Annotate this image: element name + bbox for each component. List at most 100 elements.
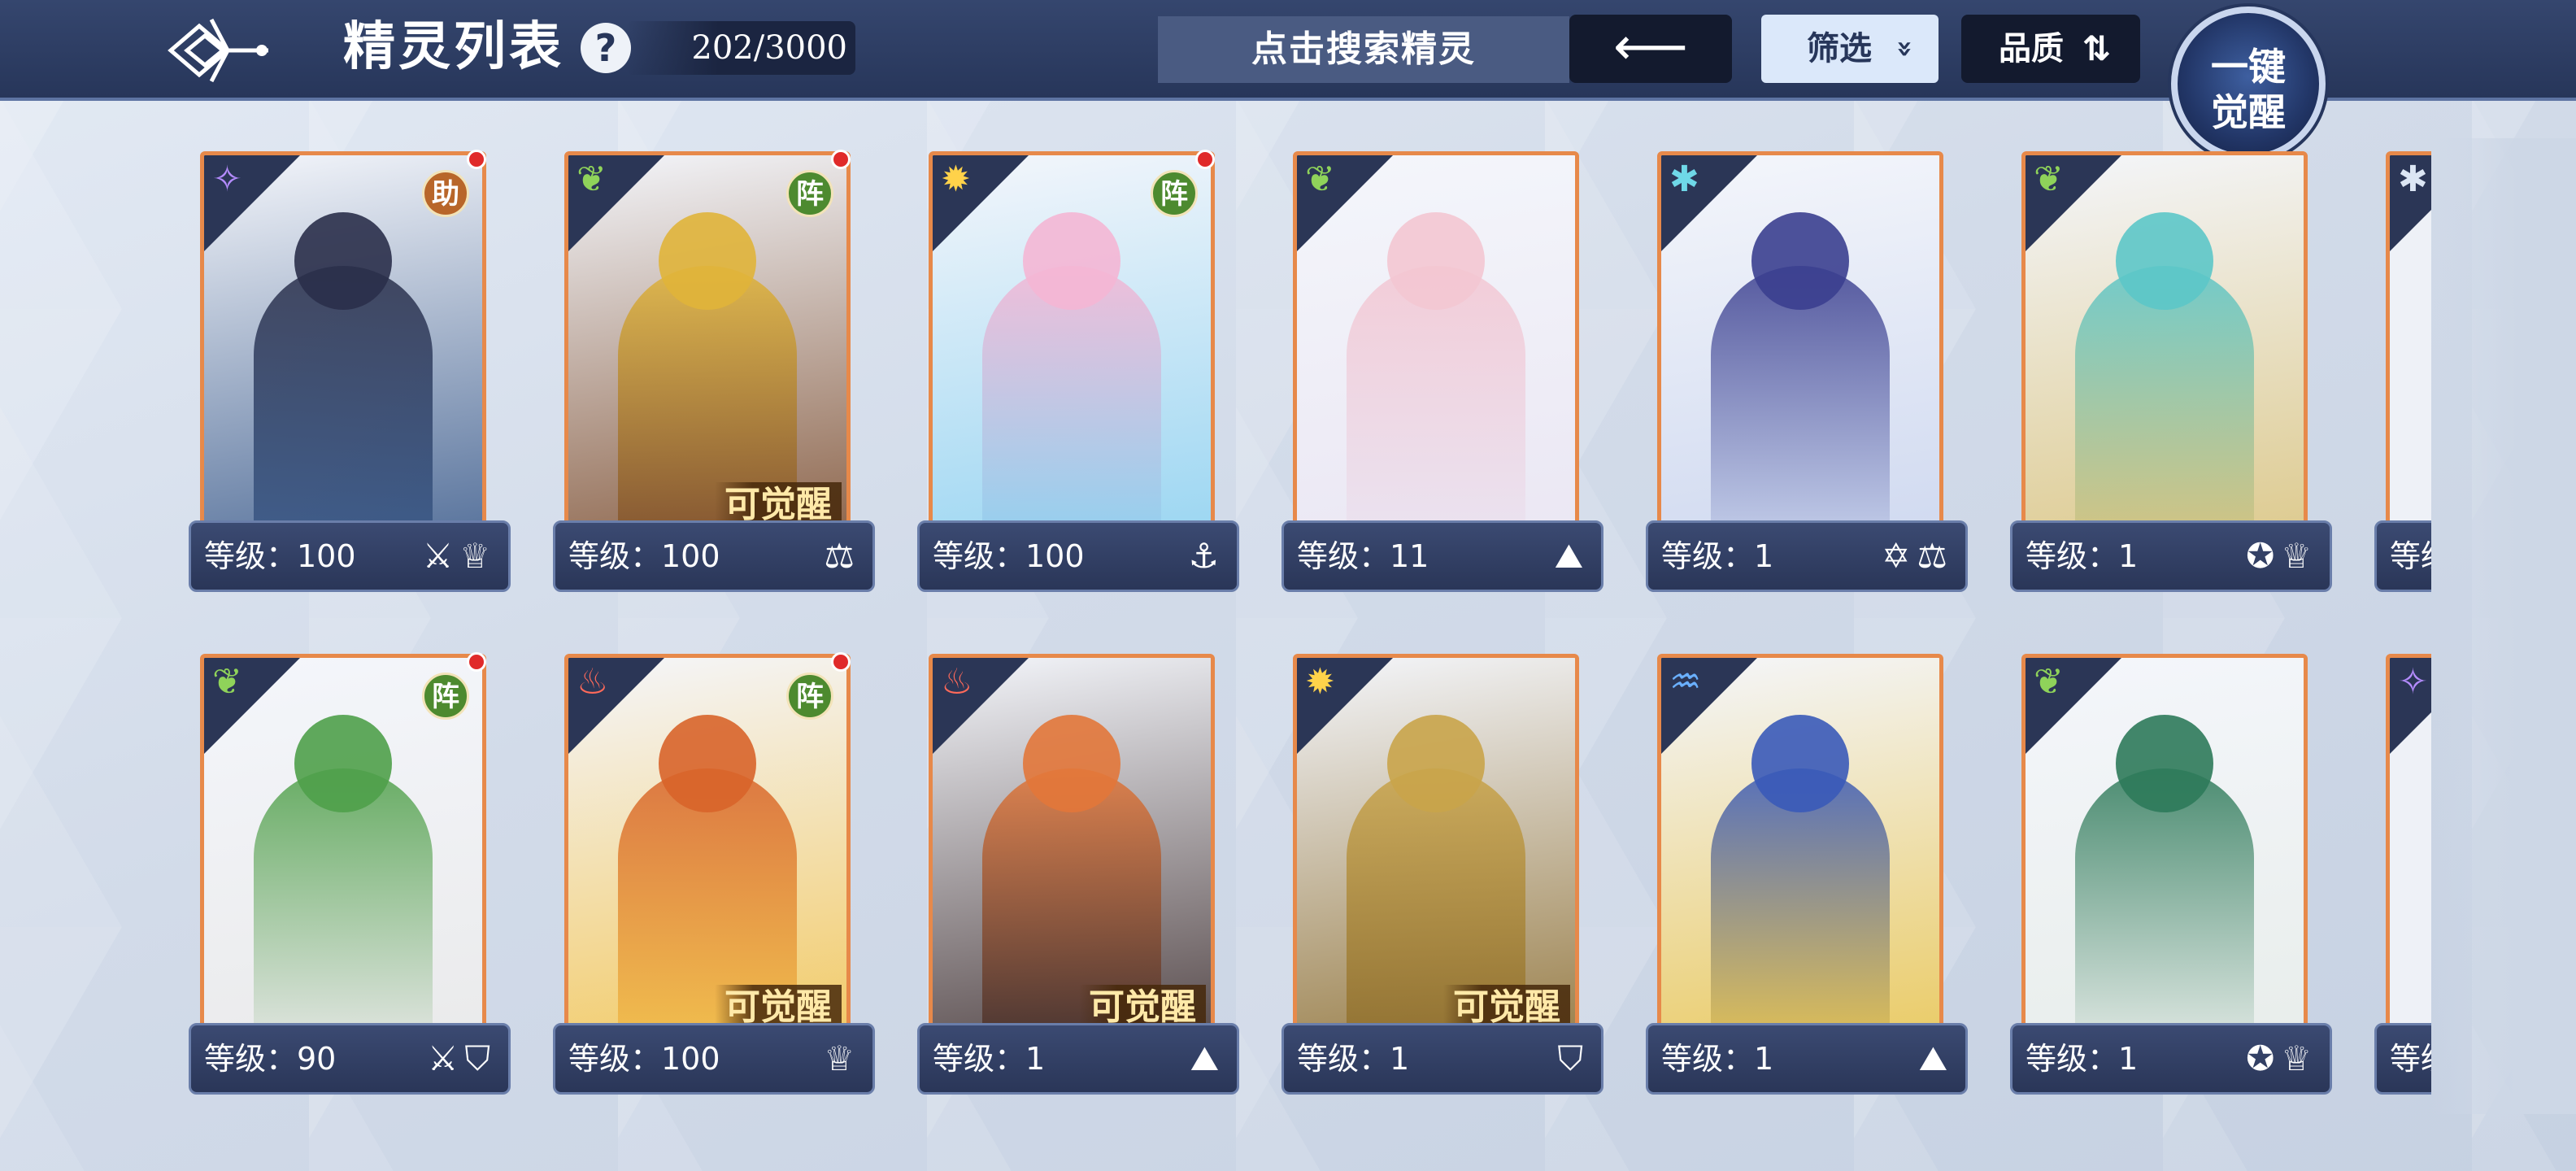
skill-type-icons: ⚔♕	[422, 536, 497, 576]
notification-dot	[467, 150, 486, 169]
skill-type-icons: ⚖	[824, 536, 861, 576]
formation-badge: 阵	[422, 673, 469, 720]
spirit-artwork	[1661, 658, 1939, 1037]
card-footer: 等级	[2374, 520, 2431, 592]
skill-type-icons: ⛰	[1918, 1038, 1954, 1078]
skill-type-icons: ⛰	[1554, 536, 1590, 576]
card-portrait: ✧	[2386, 654, 2431, 1041]
formation-badge: 阵	[786, 170, 833, 217]
spirit-head	[1387, 212, 1485, 310]
spirit-card[interactable]: ❦ 等级：1 ✪♕	[2010, 151, 2332, 600]
spirit-level: 等级	[2390, 538, 2431, 574]
element-symbol: ❦	[2034, 159, 2064, 200]
card-footer: 等级：100 ⚓	[917, 520, 1239, 592]
spirit-card-partial[interactable]: ✧ 等级	[2374, 654, 2431, 1103]
dark-element-icon: ✧	[2390, 658, 2431, 754]
element-symbol: ♨	[577, 661, 609, 703]
card-portrait: ❦ 阵	[200, 654, 486, 1041]
assist-badge: 助	[422, 170, 469, 217]
skill-type-icons: ✪♕	[2246, 536, 2318, 576]
spirit-card[interactable]: ✹ 可觉醒 等级：1 ⛉	[1281, 654, 1603, 1103]
card-footer: 等级：100 ♕	[553, 1023, 875, 1095]
spirit-card[interactable]: ♨ 可觉醒 等级：1 ⛰	[917, 654, 1239, 1103]
spirit-card-grid: ✧ 助等级：100 ⚔♕ ❦ 阵可觉醒 等级：100 ⚖ ✹ 阵等级：100 ⚓ ❦ 等级：11 ⛰ ✱ 等…	[0, 0, 2576, 1171]
card-portrait: ✧ 助	[200, 151, 486, 538]
card-portrait: ♨ 阵可觉醒	[564, 654, 851, 1041]
grid-fade-edge	[2431, 138, 2576, 1114]
spirit-card[interactable]: ❦ 等级：1 ✪♕	[2010, 654, 2332, 1103]
spirit-level: 等级：90	[204, 1041, 337, 1077]
skill-type-icons: ✡⚖	[1882, 536, 1954, 576]
formation-badge: 阵	[786, 673, 833, 720]
spirit-artwork	[2026, 155, 2304, 534]
card-footer: 等级：100 ⚖	[553, 520, 875, 592]
card-footer: 等级：11 ⛰	[1281, 520, 1603, 592]
spirit-level: 等级	[2390, 1041, 2431, 1077]
spirit-head	[1387, 715, 1485, 812]
spirit-card[interactable]: ❦ 阵可觉醒 等级：100 ⚖	[553, 150, 875, 600]
element-symbol: ✹	[1305, 661, 1335, 703]
card-footer: 等级：1 ✪♕	[2010, 1023, 2332, 1095]
spirit-level: 等级：100	[568, 538, 720, 574]
element-symbol: ✧	[212, 159, 242, 200]
spirit-artwork	[2026, 658, 2304, 1037]
element-symbol: ❦	[2034, 661, 2064, 703]
skill-type-icons: ⛰	[1190, 1038, 1225, 1078]
spirit-card[interactable]: ✱ 等级：1 ✡⚖	[1646, 151, 1968, 600]
spirit-artwork	[1661, 155, 1939, 534]
spirit-level: 等级：1	[2026, 1041, 2139, 1077]
card-portrait: ✹ 阵	[929, 151, 1215, 538]
spirit-level: 等级：1	[933, 1041, 1046, 1077]
spirit-card[interactable]: ✧ 助等级：100 ⚔♕	[189, 150, 511, 600]
spirit-head	[1751, 715, 1849, 812]
card-footer: 等级：1 ✡⚖	[1646, 520, 1968, 592]
spirit-level: 等级：100	[933, 538, 1085, 574]
spirit-card[interactable]: ♒ 等级：1 ⛰	[1646, 654, 1968, 1103]
card-portrait: ✹ 可觉醒	[1293, 654, 1579, 1041]
card-portrait: ✱	[2386, 151, 2431, 538]
spirit-card-partial[interactable]: ✱ 等级	[2374, 151, 2431, 600]
spirit-card[interactable]: ✹ 阵等级：100 ⚓	[917, 150, 1239, 600]
card-footer: 等级：1 ✪♕	[2010, 520, 2332, 592]
element-symbol: ❦	[577, 159, 607, 200]
card-portrait: ♨ 可觉醒	[929, 654, 1215, 1041]
notification-dot	[831, 150, 851, 169]
card-portrait: ❦	[2021, 151, 2308, 538]
ice-element-icon: ✱	[2390, 155, 2431, 251]
spirit-level: 等级：11	[1297, 538, 1429, 574]
element-symbol: ♨	[941, 661, 973, 703]
skill-type-icons: ⚓	[1188, 536, 1225, 576]
element-symbol: ✹	[941, 159, 971, 200]
spirit-card[interactable]: ❦ 阵等级：90 ⚔⛉	[189, 652, 511, 1103]
element-symbol: ❦	[212, 661, 242, 703]
spirit-head	[659, 715, 756, 812]
element-symbol: ✧	[2398, 661, 2428, 703]
spirit-head	[294, 715, 392, 812]
card-portrait: ❦ 阵可觉醒	[564, 151, 851, 538]
notification-dot	[1195, 150, 1215, 169]
card-footer: 等级：1 ⛰	[1646, 1023, 1968, 1095]
skill-type-icons: ⚔⛉	[427, 1038, 497, 1078]
element-symbol: ✱	[2398, 159, 2428, 200]
spirit-card[interactable]: ♨ 阵可觉醒 等级：100 ♕	[553, 652, 875, 1103]
spirit-level: 等级：1	[1661, 538, 1774, 574]
spirit-head	[2116, 212, 2213, 310]
spirit-head	[1751, 212, 1849, 310]
spirit-level: 等级：100	[568, 1041, 720, 1077]
card-portrait: ❦	[1293, 151, 1579, 538]
spirit-head	[1023, 715, 1120, 812]
element-symbol: ♒	[1669, 661, 1702, 703]
spirit-level: 等级：1	[1297, 1041, 1410, 1077]
skill-type-icons: ⛉	[1557, 1038, 1590, 1078]
card-footer: 等级：90 ⚔⛉	[189, 1023, 511, 1095]
skill-type-icons: ✪♕	[2246, 1038, 2318, 1078]
spirit-card[interactable]: ❦ 等级：11 ⛰	[1281, 151, 1603, 600]
spirit-level: 等级：100	[204, 538, 356, 574]
card-portrait: ✱	[1657, 151, 1943, 538]
element-symbol: ❦	[1305, 159, 1335, 200]
formation-badge: 阵	[1151, 170, 1198, 217]
spirit-artwork	[1297, 658, 1575, 1037]
element-symbol: ✱	[1669, 159, 1699, 200]
card-portrait: ❦	[2021, 654, 2308, 1041]
spirit-artwork	[933, 658, 1211, 1037]
